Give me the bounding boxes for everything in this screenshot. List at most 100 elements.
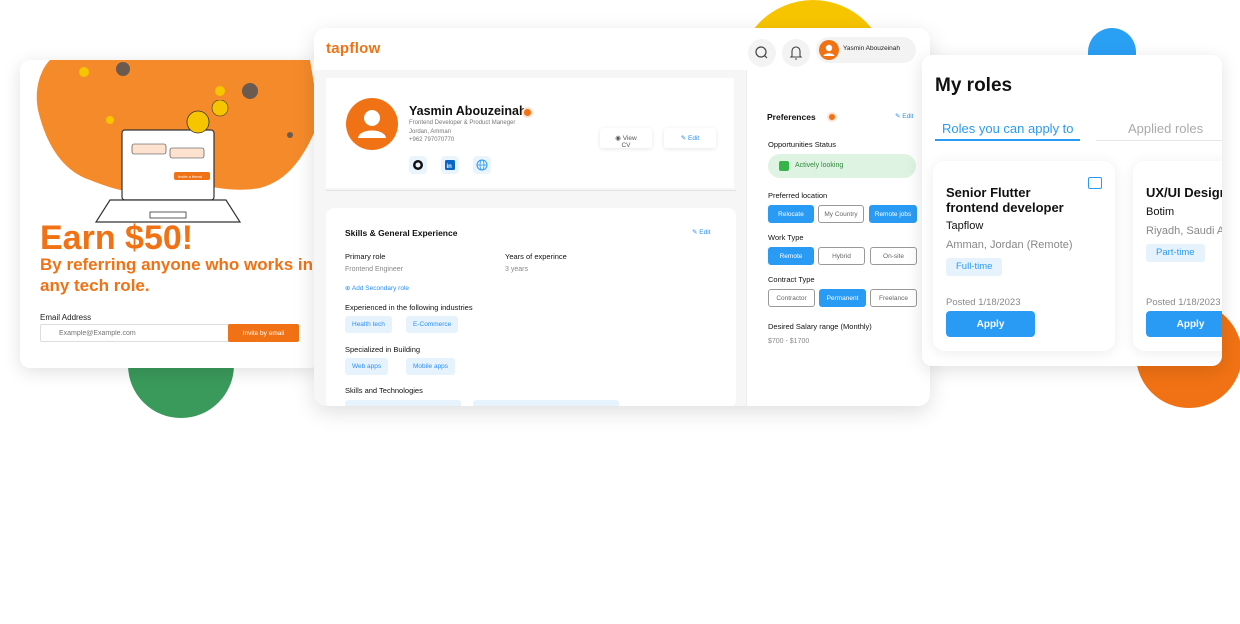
section-divider xyxy=(326,190,736,191)
notifications-button[interactable] xyxy=(782,39,810,67)
role-company: Tapflow xyxy=(946,220,984,232)
role-location: Amman, Jordan (Remote) xyxy=(946,239,1073,251)
github-link[interactable] xyxy=(409,156,427,174)
tech-label: Skills and Technologies xyxy=(345,386,423,395)
eye-icon: ◉ xyxy=(615,135,623,142)
opportunities-status-value: Actively looking xyxy=(795,162,844,169)
plus-circle-icon: ⊕ xyxy=(345,285,352,292)
search-icon xyxy=(755,46,768,59)
linkedin-icon: in xyxy=(445,160,455,170)
tab-roles-you-can-apply[interactable]: Roles you can apply to xyxy=(942,121,1074,136)
industry-chip: E-Commerce xyxy=(406,316,459,333)
website-link[interactable] xyxy=(473,156,491,174)
building-chip: Mobile apps xyxy=(406,358,456,375)
profile-location: Jordan, Amman xyxy=(409,129,452,135)
tab-divider xyxy=(1096,140,1222,141)
contract-type-freelance[interactable]: Freelance xyxy=(870,289,917,307)
role-type-badge: Part-time xyxy=(1146,244,1205,262)
salary-label: Desired Salary range (Monthly) xyxy=(768,322,872,331)
profile-main: Yasmin Abouzeinah Frontend Developer & P… xyxy=(314,70,746,406)
role-location: Riyadh, Saudi A xyxy=(1146,225,1222,237)
primary-role-value: Frontend Engineer xyxy=(345,266,403,273)
tech-chip xyxy=(345,400,461,406)
view-cv-label: View CV xyxy=(621,135,637,149)
edit-preferences-button[interactable]: ✎ Edit xyxy=(895,112,913,120)
work-type-onsite[interactable]: On-site xyxy=(870,247,917,265)
active-tab-indicator xyxy=(935,139,1080,141)
email-label: Email Address xyxy=(40,313,92,322)
apply-button[interactable]: Apply xyxy=(1146,311,1222,337)
bell-icon xyxy=(789,46,803,60)
contract-type-permanent[interactable]: Permanent xyxy=(819,289,866,307)
linkedin-link[interactable]: in xyxy=(441,156,459,174)
contract-type-label: Contract Type xyxy=(768,275,815,284)
role-posted-date: Posted 1/18/2023 xyxy=(1146,297,1221,308)
user-menu[interactable]: Yasmin Abouzeinah xyxy=(816,37,916,63)
edit-skills-button[interactable]: ✎ Edit xyxy=(692,228,710,236)
checkbox-checked-icon xyxy=(779,161,789,171)
referral-card: Invite a friend Earn $50! By referring a… xyxy=(20,60,320,368)
app-logo[interactable]: tapflow xyxy=(326,40,381,57)
years-value: 3 years xyxy=(505,266,528,273)
profile-window: tapflow Yasmin Abouzeinah Yasmin Abouzei… xyxy=(314,28,930,406)
illustration-invite-label: Invite a friend xyxy=(178,174,202,179)
industry-chip: Health tech xyxy=(345,316,392,333)
opportunities-status-label: Opportunities Status xyxy=(768,140,836,149)
referral-headline: Earn $50! xyxy=(40,219,194,257)
user-avatar xyxy=(819,40,839,60)
location-option-relocate[interactable]: Relocate xyxy=(768,205,814,223)
email-field[interactable] xyxy=(40,324,236,342)
status-dot xyxy=(524,109,531,116)
apply-button[interactable]: Apply xyxy=(946,311,1035,337)
user-icon xyxy=(358,110,386,138)
profile-title: Frontend Developer & Product Maneger xyxy=(409,120,516,126)
profile-avatar xyxy=(346,98,398,150)
skills-heading: Skills & General Experience xyxy=(345,228,458,238)
building-chip: Web apps xyxy=(345,358,389,375)
view-cv-button[interactable]: ◉ View CV xyxy=(600,128,652,149)
status-dot xyxy=(829,114,835,120)
github-icon xyxy=(413,160,423,170)
location-option-my-country[interactable]: My Country xyxy=(818,205,864,223)
role-title: UX/UI Design xyxy=(1146,185,1222,200)
profile-header: Yasmin Abouzeinah Frontend Developer & P… xyxy=(326,78,734,188)
location-option-remote[interactable]: Remote jobs xyxy=(869,205,917,223)
primary-role-label: Primary role xyxy=(345,252,386,261)
profile-phone: +962 797070770 xyxy=(409,137,455,143)
work-type-hybrid[interactable]: Hybrid xyxy=(818,247,865,265)
contract-type-contractor[interactable]: Contractor xyxy=(768,289,815,307)
salary-value: $700 - $1700 xyxy=(768,338,810,345)
preferred-location-label: Preferred location xyxy=(768,191,828,200)
add-secondary-role-link[interactable]: ⊕ Add Secondary role xyxy=(345,284,409,292)
preferences-panel: Preferences ✎ Edit Opportunities Status … xyxy=(746,70,930,406)
user-icon xyxy=(823,44,835,56)
skills-section: Skills & General Experience ✎ Edit Prima… xyxy=(326,208,736,406)
roles-panel: My roles Roles you can apply to Applied … xyxy=(922,55,1222,366)
opportunities-status-badge[interactable]: Actively looking xyxy=(768,154,916,178)
edit-skills-label: Edit xyxy=(699,229,711,236)
industries-label: Experienced in the following industries xyxy=(345,303,473,312)
tech-chip xyxy=(473,400,619,406)
pencil-icon: ✎ xyxy=(680,135,689,142)
role-posted-date: Posted 1/18/2023 xyxy=(946,297,1021,308)
search-button[interactable] xyxy=(748,39,776,67)
role-card[interactable]: Senior Flutter frontend developer Tapflo… xyxy=(933,161,1115,351)
top-bar: tapflow Yasmin Abouzeinah xyxy=(314,28,930,70)
edit-preferences-label: Edit xyxy=(902,113,914,120)
role-type-badge: Full-time xyxy=(946,258,1003,276)
briefcase-icon xyxy=(1088,177,1102,189)
referral-subheadline: By referring anyone who works in any tec… xyxy=(40,255,314,295)
marketing-collage: Invite a friend Earn $50! By referring a… xyxy=(0,0,1240,624)
invite-by-email-button[interactable]: Invite by email xyxy=(228,324,299,342)
work-type-remote[interactable]: Remote xyxy=(768,247,814,265)
globe-icon xyxy=(476,159,488,171)
tab-applied-roles[interactable]: Applied roles xyxy=(1128,121,1203,136)
roles-title: My roles xyxy=(935,75,1013,96)
edit-profile-button[interactable]: ✎ Edit xyxy=(664,128,716,148)
role-card[interactable]: UX/UI Design Botim Riyadh, Saudi A Part-… xyxy=(1133,161,1222,351)
building-label: Specialized in Building xyxy=(345,345,421,354)
role-title: Senior Flutter frontend developer xyxy=(946,185,1064,215)
add-secondary-label: Add Secondary role xyxy=(351,285,409,292)
work-type-label: Work Type xyxy=(768,233,804,242)
profile-name: Yasmin Abouzeinah xyxy=(409,104,527,118)
